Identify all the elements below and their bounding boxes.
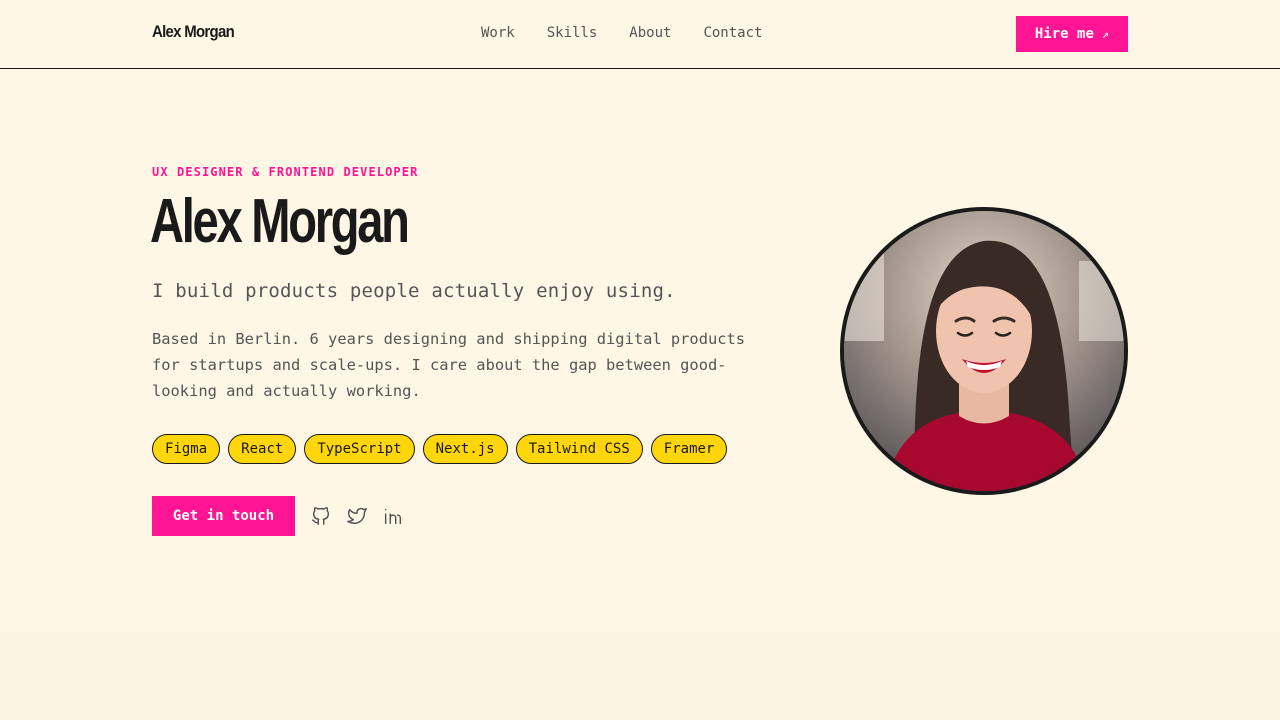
- nav-links: Work Skills About Contact: [481, 25, 762, 41]
- get-in-touch-button[interactable]: Get in touch: [152, 496, 295, 536]
- skill-tag: Figma: [152, 434, 221, 464]
- hire-me-button[interactable]: Hire me ↗: [1016, 16, 1128, 52]
- nav-link-skills[interactable]: Skills: [547, 25, 598, 41]
- skill-tag: TypeScript: [304, 434, 415, 464]
- brand-logo[interactable]: Alex Morgan: [152, 22, 235, 42]
- hero-bio: Based in Berlin. 6 years designing and s…: [152, 330, 746, 400]
- nav-link-work[interactable]: Work: [481, 25, 515, 41]
- portrait-illustration: [844, 211, 1124, 491]
- linkedin-icon[interactable]: [382, 505, 404, 527]
- arrow-up-right-icon: ↗: [1101, 27, 1110, 41]
- github-icon[interactable]: [310, 505, 332, 527]
- hero-subtitle: I build products people actually enjoy u…: [152, 280, 676, 302]
- skill-tag: Next.js: [422, 434, 508, 464]
- nav-link-about[interactable]: About: [629, 25, 671, 41]
- hire-me-label: Hire me: [1034, 26, 1094, 42]
- next-section-band: [0, 632, 1280, 720]
- twitter-icon[interactable]: [346, 505, 368, 527]
- skill-tag: React: [228, 434, 297, 464]
- skill-tag: Framer: [650, 434, 728, 464]
- hero-title: Alex Morgan: [150, 187, 410, 256]
- skill-tags: Figma React TypeScript Next.js Tailwind …: [152, 434, 728, 464]
- hero-eyebrow: UX DESIGNER & FRONTEND DEVELOPER: [152, 165, 419, 179]
- nav-link-contact[interactable]: Contact: [703, 25, 762, 41]
- social-links: [310, 505, 404, 527]
- skill-tag: Tailwind CSS: [515, 434, 643, 464]
- top-nav: Alex Morgan Work Skills About Contact Hi…: [0, 0, 1280, 69]
- profile-photo: [840, 207, 1128, 495]
